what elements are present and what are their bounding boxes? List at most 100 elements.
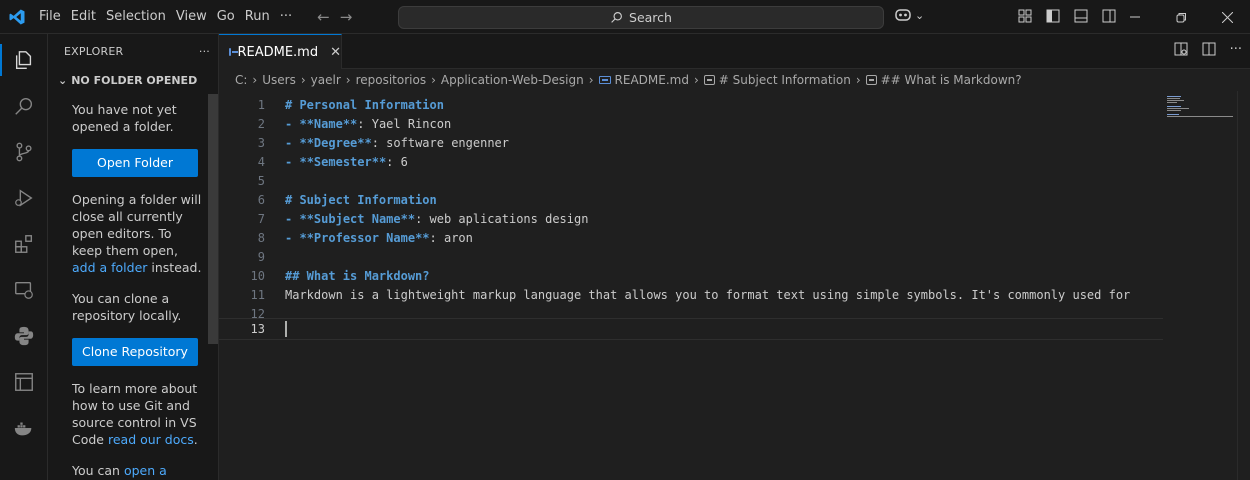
menu-view[interactable]: View — [171, 5, 212, 29]
breadcrumb-item[interactable]: C: — [235, 73, 247, 87]
line-number: 6 — [257, 192, 265, 207]
no-folder-section-header[interactable]: ⌄ NO FOLDER OPENED — [48, 69, 218, 91]
read-docs-link[interactable]: read our docs — [108, 432, 194, 447]
breadcrumb-item[interactable]: repositorios — [356, 73, 427, 87]
open-folder-hint: You can open a folder — [72, 462, 202, 480]
git-info: To learn more about how to use Git and s… — [72, 380, 202, 448]
line-code: # Personal Information — [285, 97, 444, 112]
activity-bar — [0, 34, 48, 480]
breadcrumb-separator: › — [300, 73, 306, 87]
open-preview-icon[interactable] — [1174, 42, 1188, 56]
no-folder-message: You have not yet opened a folder. — [72, 102, 177, 134]
docker-button[interactable] — [0, 408, 48, 448]
back-arrow-icon[interactable]: ← — [317, 8, 330, 26]
breadcrumb-item[interactable]: README.md — [615, 73, 689, 87]
menu-bar: File Edit Selection View Go Run ··· — [34, 0, 297, 34]
vscode-logo-icon — [0, 0, 34, 34]
section-title: NO FOLDER OPENED — [71, 73, 198, 87]
info-text: instead. — [147, 260, 202, 275]
open-editors-button[interactable] — [0, 362, 48, 402]
breadcrumb-separator: › — [693, 73, 699, 87]
menu-go[interactable]: Go — [212, 5, 240, 29]
add-folder-link[interactable]: add a folder — [72, 260, 147, 275]
line-number: 5 — [257, 173, 265, 188]
line-code: - **Name**: Yael Rincon — [285, 116, 452, 131]
code-line: 8 - **Professor Name**: aron — [219, 228, 1163, 247]
more-actions-icon[interactable]: ··· — [199, 45, 210, 58]
command-center-search[interactable]: Search — [398, 6, 884, 29]
close-icon — [1221, 11, 1233, 23]
symbol-string-icon — [865, 75, 877, 85]
breadcrumb-item[interactable]: Application-Web-Design — [441, 73, 584, 87]
source-control-button[interactable] — [0, 132, 48, 172]
clone-info: You can clone a repository locally. — [72, 291, 182, 323]
explorer-sidebar: EXPLORER ··· ⌄ NO FOLDER OPENED You have… — [48, 34, 219, 480]
menu-more[interactable]: ··· — [275, 5, 297, 29]
search-view-button[interactable] — [0, 86, 48, 126]
code-editor[interactable]: 1 # Personal Information 2 - **Name**: Yae… — [219, 91, 1163, 480]
breadcrumb-item[interactable]: yaelr — [311, 73, 341, 87]
more-actions-icon[interactable]: ··· — [1230, 42, 1242, 57]
breadcrumb-separator: › — [855, 73, 861, 87]
toggle-primary-sidebar-icon[interactable] — [1046, 9, 1060, 23]
line-number: 8 — [257, 230, 265, 245]
open-folder-button[interactable]: Open Folder — [72, 149, 198, 177]
python-button[interactable] — [0, 316, 48, 356]
minimize-button[interactable] — [1112, 0, 1158, 34]
code-line: 2 - **Name**: Yael Rincon — [219, 114, 1163, 133]
breadcrumb-item[interactable]: ## What is Markdown? — [881, 73, 1022, 87]
remote-explorer-button[interactable] — [0, 270, 48, 310]
open-folder-info: Opening a folder will close all currentl… — [72, 191, 202, 276]
line-code: - **Degree**: software engenner — [285, 135, 509, 150]
restore-button[interactable] — [1158, 0, 1204, 34]
text-cursor — [285, 321, 287, 337]
menu-run[interactable]: Run — [240, 5, 275, 29]
breadcrumb-item[interactable]: Users — [262, 73, 296, 87]
close-button[interactable] — [1204, 0, 1250, 34]
menu-edit[interactable]: Edit — [66, 5, 101, 29]
code-line: 10 ## What is Markdown? — [219, 266, 1163, 285]
code-line: 7 - **Subject Name**: web aplications des… — [219, 209, 1163, 228]
menu-file[interactable]: File — [34, 5, 66, 29]
welcome-content: You have not yet opened a folder. Open F… — [48, 91, 218, 480]
run-debug-icon — [15, 189, 33, 207]
toggle-panel-icon[interactable] — [1074, 9, 1088, 23]
code-line: 3 - **Degree**: software engenner — [219, 133, 1163, 152]
tab-readme[interactable]: README.md ✕ — [219, 34, 342, 69]
extensions-icon — [15, 235, 33, 253]
line-code: ## What is Markdown? — [285, 268, 430, 283]
explorer-title: EXPLORER — [64, 45, 124, 58]
line-number: 13 — [250, 322, 265, 336]
symbol-string-icon — [703, 75, 715, 85]
editor-scrollbar[interactable] — [1237, 91, 1250, 480]
current-line: 13 — [219, 318, 1163, 340]
minimize-icon — [1130, 16, 1140, 18]
line-number: 7 — [257, 211, 265, 226]
copilot-button[interactable]: ⌄ — [894, 7, 924, 23]
clone-repository-button[interactable]: Clone Repository — [72, 338, 198, 366]
menu-selection[interactable]: Selection — [101, 5, 171, 29]
search-icon — [611, 12, 622, 23]
line-number: 3 — [257, 135, 265, 150]
layers-icon — [15, 373, 33, 391]
source-control-icon — [16, 142, 32, 162]
breadcrumb-item[interactable]: # Subject Information — [719, 73, 851, 87]
breadcrumb-separator: › — [345, 73, 351, 87]
minimap[interactable] — [1163, 91, 1237, 480]
line-code: # Subject Information — [285, 192, 437, 207]
customize-layout-icon[interactable] — [1018, 9, 1032, 23]
split-editor-icon[interactable] — [1202, 42, 1216, 56]
search-icon — [15, 97, 33, 115]
extensions-button[interactable] — [0, 224, 48, 264]
line-code: - **Semester**: 6 — [285, 154, 408, 169]
explorer-button[interactable] — [0, 40, 48, 80]
sidebar-scrollbar[interactable] — [208, 94, 218, 344]
line-number: 10 — [250, 268, 265, 283]
line-code: - **Subject Name**: web aplications desi… — [285, 211, 589, 226]
close-tab-icon[interactable]: ✕ — [330, 45, 341, 60]
search-label: Search — [629, 10, 672, 25]
code-line: 4 - **Semester**: 6 — [219, 152, 1163, 171]
forward-arrow-icon[interactable]: → — [340, 8, 353, 26]
run-debug-button[interactable] — [0, 178, 48, 218]
tab-label: README.md — [237, 44, 319, 60]
